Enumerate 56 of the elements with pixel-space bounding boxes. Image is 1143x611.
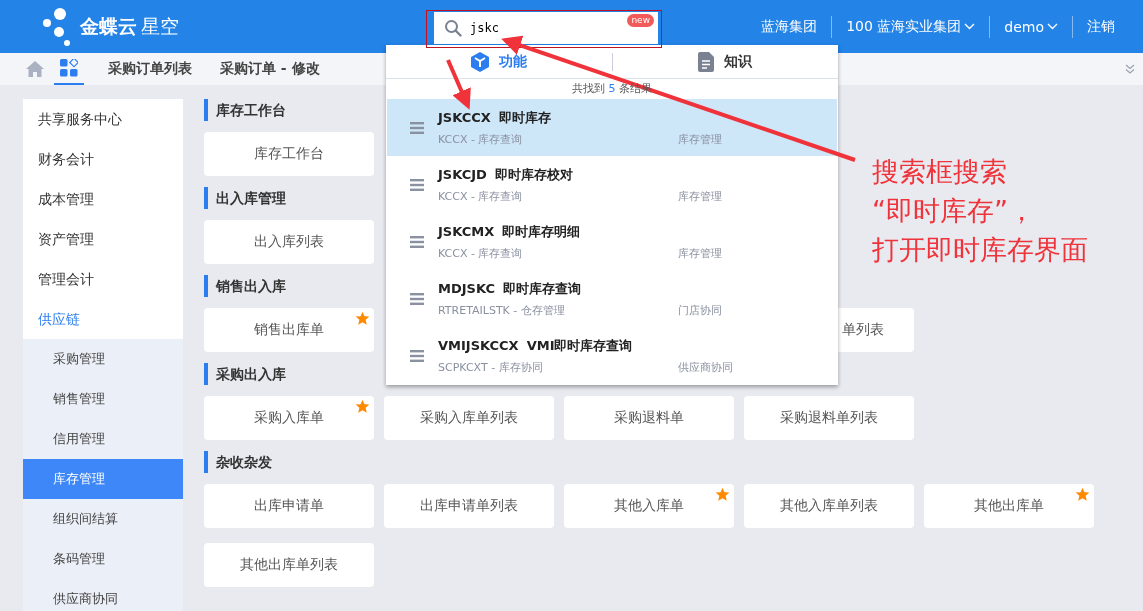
- sidebar-item[interactable]: 销售管理: [23, 379, 183, 419]
- menu-card[interactable]: 出库申请单: [204, 484, 374, 528]
- menu-card[interactable]: 其他出库单列表: [204, 543, 374, 587]
- document-icon: [698, 51, 715, 72]
- sidebar-item[interactable]: 采购管理: [23, 339, 183, 379]
- logo-brand: 金蝶云: [80, 13, 137, 39]
- menu-card[interactable]: 其他入库单列表: [744, 484, 914, 528]
- sidebar-item[interactable]: 供应商协同: [23, 579, 183, 611]
- sidebar-item[interactable]: 条码管理: [23, 539, 183, 579]
- annotation-arrow: [446, 59, 471, 110]
- annotation-text: 打开即时库存界面: [872, 233, 1088, 267]
- home-icon[interactable]: [26, 61, 44, 77]
- cube-icon: [470, 51, 489, 72]
- menu-card[interactable]: 库存工作台: [204, 132, 374, 176]
- section-title: 杂收杂发: [204, 451, 1094, 473]
- sidebar-item[interactable]: 管理会计: [23, 259, 183, 299]
- sidebar-item[interactable]: 财务会计: [23, 139, 183, 179]
- search-field[interactable]: jskc new: [434, 12, 658, 44]
- menu-card[interactable]: 出入库列表: [204, 220, 374, 264]
- header-menu-item[interactable]: 蓝海集团: [747, 17, 832, 36]
- annotation-text: 搜索框搜索: [872, 155, 1008, 189]
- menu-card[interactable]: 出库申请单列表: [384, 484, 554, 528]
- logo-product: 星空: [141, 13, 179, 39]
- annotation-text: “即时库存”，: [872, 194, 1036, 228]
- menu-card[interactable]: 其他出库单: [924, 484, 1094, 528]
- dropdown-tab[interactable]: 功能: [386, 51, 612, 72]
- apps-icon: [60, 59, 78, 77]
- list-icon: [410, 292, 424, 305]
- double-chevron-icon[interactable]: [1125, 64, 1135, 74]
- new-badge: new: [627, 14, 654, 27]
- search-icon: [444, 19, 462, 37]
- list-icon: [410, 349, 424, 362]
- search-result[interactable]: JSKCCX 即时库存 KCCX - 库存查询 库存管理: [387, 99, 837, 156]
- list-icon: [410, 235, 424, 248]
- sidebar-item[interactable]: 信用管理: [23, 419, 183, 459]
- search-result[interactable]: JSKCMX 即时库存明细 KCCX - 库存查询 库存管理: [387, 213, 837, 270]
- list-icon: [410, 178, 424, 191]
- dropdown-tab[interactable]: 知识: [612, 51, 838, 72]
- list-icon: [410, 121, 424, 134]
- menu-card[interactable]: 采购退料单: [564, 396, 734, 440]
- menu-card[interactable]: 其他入库单: [564, 484, 734, 528]
- search-result[interactable]: JSKCJD 即时库存校对 KCCX - 库存查询 库存管理: [387, 156, 837, 213]
- page-tab[interactable]: 采购订单 - 修改: [216, 60, 324, 78]
- sidebar-item[interactable]: 供应链: [23, 299, 183, 339]
- menu-card[interactable]: 采购入库单: [204, 396, 374, 440]
- menu-card[interactable]: 销售出库单: [204, 308, 374, 352]
- sidebar-item[interactable]: 共享服务中心: [23, 99, 183, 139]
- sidebar-item[interactable]: 组织间结算: [23, 499, 183, 539]
- header-menu-item[interactable]: demo: [990, 18, 1072, 35]
- sidebar-item[interactable]: 资产管理: [23, 219, 183, 259]
- sidebar-item[interactable]: 成本管理: [23, 179, 183, 219]
- page-tab[interactable]: 采购订单列表: [104, 60, 196, 78]
- header-menu-item[interactable]: 注销: [1073, 17, 1129, 36]
- menu-card[interactable]: 采购入库单列表: [384, 396, 554, 440]
- menu-card[interactable]: 采购退料单列表: [744, 396, 914, 440]
- header-menu-item[interactable]: 100 蓝海实业集团: [832, 17, 990, 36]
